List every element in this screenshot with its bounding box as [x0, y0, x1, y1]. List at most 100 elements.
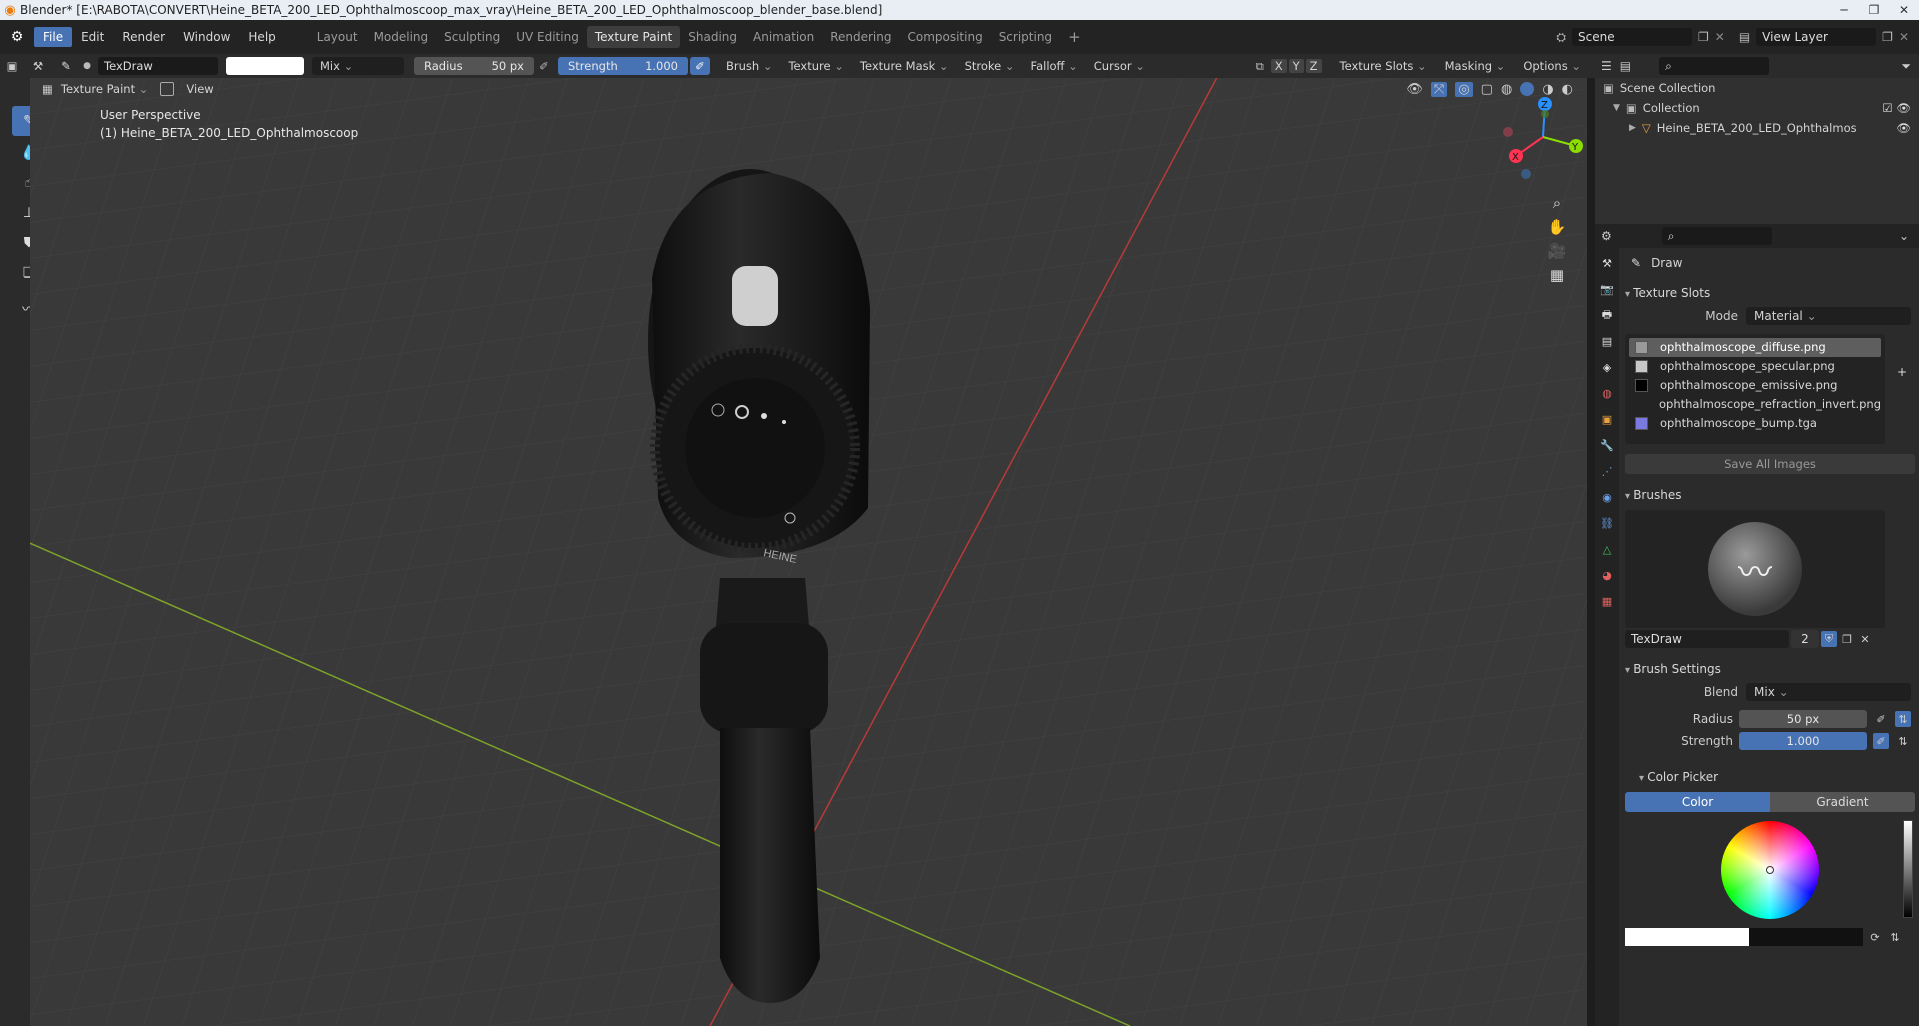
outliner-editor-icon[interactable]: ☰: [1601, 59, 1612, 73]
tab-rendering[interactable]: Rendering: [822, 26, 899, 48]
scene-field[interactable]: Scene: [1572, 28, 1692, 46]
masking-menu[interactable]: Masking: [1437, 57, 1514, 75]
save-all-images-button[interactable]: Save All Images: [1625, 454, 1915, 474]
strength-slider[interactable]: Strength 1.000: [558, 57, 688, 75]
fake-user-icon[interactable]: ●: [80, 61, 94, 71]
color-picker-panel-header[interactable]: Color Picker: [1625, 766, 1915, 788]
color-wheel[interactable]: [1721, 821, 1819, 919]
zoom-icon[interactable]: ⌕: [1553, 194, 1561, 212]
minimize-button[interactable]: ─: [1829, 3, 1859, 17]
render-tab-icon[interactable]: 📷: [1597, 278, 1617, 300]
menu-render[interactable]: Render: [113, 27, 174, 47]
outliner-collection[interactable]: ▼ ▣ Collection ☑ 👁: [1603, 98, 1919, 118]
falloff-menu[interactable]: Falloff: [1023, 57, 1086, 75]
close-button[interactable]: ✕: [1889, 3, 1919, 17]
brush-icon[interactable]: ✎: [52, 59, 80, 73]
radius-slider[interactable]: Radius 50 px: [414, 57, 534, 75]
checkbox-icon[interactable]: ☑ 👁: [1882, 98, 1919, 118]
maximize-button[interactable]: ❐: [1859, 3, 1889, 17]
texture-menu[interactable]: Texture: [780, 57, 851, 75]
brush-settings-panel-header[interactable]: Brush Settings: [1625, 658, 1915, 680]
brushes-panel-header[interactable]: Brushes: [1625, 484, 1915, 506]
menu-help[interactable]: Help: [239, 27, 284, 47]
display-mode-icon[interactable]: ▤: [1620, 59, 1631, 73]
tab-sculpting[interactable]: Sculpting: [436, 26, 508, 48]
brush-name-field[interactable]: TexDraw: [98, 57, 218, 75]
ortho-grid-icon[interactable]: ▦: [1550, 266, 1564, 284]
tab-scripting[interactable]: Scripting: [991, 26, 1060, 48]
tab-texture-paint[interactable]: Texture Paint: [586, 26, 681, 48]
blend-dropdown[interactable]: Mix: [1746, 683, 1911, 701]
menu-window[interactable]: Window: [174, 27, 239, 47]
stroke-menu[interactable]: Stroke: [957, 57, 1023, 75]
mirror-y-toggle[interactable]: Y: [1288, 59, 1304, 73]
outliner-object[interactable]: ▶ ▽ Heine_BETA_200_LED_Ophthalmoscoop 👁: [1603, 118, 1919, 138]
texture-slot-item[interactable]: ophthalmoscope_refraction_invert.png: [1629, 395, 1881, 414]
tab-color[interactable]: Color: [1625, 792, 1770, 812]
camera-icon[interactable]: 🎥: [1548, 242, 1567, 260]
tool-tab-icon[interactable]: ⚒: [1597, 252, 1617, 274]
overlay-toggle-icon[interactable]: ◎: [1455, 81, 1473, 97]
mode-dropdown[interactable]: Texture Paint: [53, 80, 157, 98]
tab-shading[interactable]: Shading: [680, 26, 745, 48]
add-workspace-icon[interactable]: +: [1060, 26, 1089, 48]
view-layer-icon[interactable]: ▤: [1739, 30, 1750, 44]
value-slider[interactable]: [1903, 820, 1913, 918]
tab-compositing[interactable]: Compositing: [899, 26, 990, 48]
physics-tab-icon[interactable]: ◉: [1597, 486, 1617, 508]
remove-scene-icon[interactable]: ✕: [1715, 30, 1725, 44]
filter-icon[interactable]: ⏷: [1901, 59, 1919, 74]
wireframe-shading-icon[interactable]: ◍: [1501, 82, 1512, 97]
texture-slots-panel-header[interactable]: Texture Slots: [1625, 282, 1915, 304]
data-tab-icon[interactable]: △: [1597, 538, 1617, 560]
object-tab-icon[interactable]: ▣: [1597, 408, 1617, 430]
duplicate-brush-icon[interactable]: ❐: [1839, 631, 1855, 647]
menu-file[interactable]: File: [34, 27, 73, 47]
world-tab-icon[interactable]: ◍: [1597, 382, 1617, 404]
constraints-tab-icon[interactable]: ⛓: [1597, 512, 1617, 534]
particles-tab-icon[interactable]: ⋰: [1597, 460, 1617, 482]
cursor-menu[interactable]: Cursor: [1086, 57, 1153, 75]
paint-mask-toggle[interactable]: [160, 82, 175, 96]
xray-icon[interactable]: ▢: [1481, 82, 1493, 97]
rendered-shading-icon[interactable]: ◐: [1562, 82, 1573, 97]
color-pressure-icon[interactable]: ⇅: [1887, 929, 1903, 945]
fake-user-shield-icon[interactable]: ⛨: [1821, 631, 1837, 647]
editor-type-icon[interactable]: ▣: [0, 59, 24, 73]
brush-radius-slider[interactable]: 50 px: [1739, 710, 1867, 728]
view-layer-tab-icon[interactable]: ▤: [1597, 330, 1617, 352]
tab-gradient[interactable]: Gradient: [1770, 792, 1915, 812]
visibility-icon[interactable]: 👁: [1406, 82, 1423, 97]
brush-menu[interactable]: Brush: [718, 57, 780, 75]
texture-tab-icon[interactable]: ▦: [1597, 590, 1617, 612]
navigation-gizmo[interactable]: Z Y X: [1500, 94, 1586, 180]
scene-tab-icon[interactable]: ◈: [1597, 356, 1617, 378]
swap-colors-icon[interactable]: ⟳: [1867, 929, 1883, 945]
gizmo-toggle-icon[interactable]: ⤧: [1430, 81, 1448, 97]
blend-mode-dropdown[interactable]: Mix: [312, 57, 404, 75]
pan-hand-icon[interactable]: ✋: [1548, 218, 1567, 236]
radius-pressure-icon[interactable]: ✐: [534, 59, 554, 73]
strength-pressure-icon[interactable]: ✐: [1873, 733, 1889, 749]
material-tab-icon[interactable]: ◕: [1597, 564, 1617, 586]
view-layer-field[interactable]: View Layer: [1756, 28, 1877, 46]
texture-slots-menu[interactable]: Texture Slots: [1332, 57, 1435, 75]
brush-users-count[interactable]: 2: [1791, 630, 1819, 648]
modifier-tab-icon[interactable]: 🔧: [1597, 434, 1617, 456]
add-slot-icon[interactable]: +: [1897, 365, 1907, 379]
scene-icon[interactable]: ⛭: [1556, 30, 1566, 45]
texture-slot-item[interactable]: ophthalmoscope_diffuse.png: [1629, 338, 1881, 357]
texture-slot-item[interactable]: ophthalmoscope_bump.tga: [1629, 414, 1881, 433]
blender-menu-icon[interactable]: ⚙: [0, 29, 34, 45]
tab-uv-editing[interactable]: UV Editing: [508, 26, 587, 48]
outliner-search-input[interactable]: ⌕: [1659, 57, 1770, 75]
output-tab-icon[interactable]: 🖶: [1597, 304, 1617, 326]
brush-strength-slider[interactable]: 1.000: [1739, 732, 1867, 750]
texture-slot-item[interactable]: ophthalmoscope_emissive.png: [1629, 376, 1881, 395]
brush-preview[interactable]: 〰: [1625, 510, 1885, 628]
material-shading-icon[interactable]: ◑: [1542, 82, 1553, 97]
tab-animation[interactable]: Animation: [745, 26, 822, 48]
tab-layout[interactable]: Layout: [309, 26, 366, 48]
texture-mask-menu[interactable]: Texture Mask: [852, 57, 957, 75]
strength-unit-icon[interactable]: ⇅: [1895, 733, 1911, 749]
